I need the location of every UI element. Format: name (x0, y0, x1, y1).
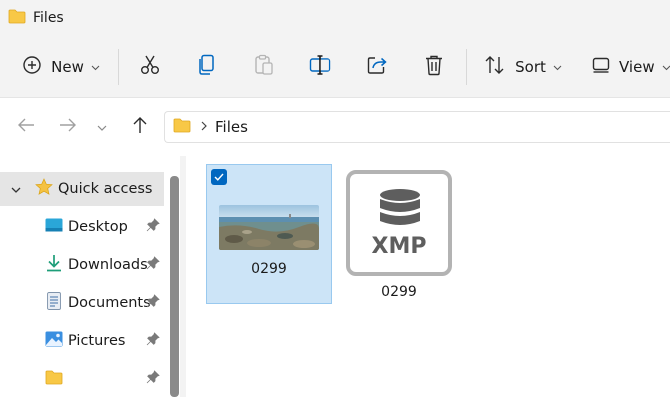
window-title: Files (33, 10, 64, 26)
selection-checkbox[interactable] (211, 169, 227, 185)
view-layout-icon (592, 57, 610, 77)
sort-button[interactable]: Sort (478, 47, 568, 87)
image-thumbnail (219, 205, 319, 250)
chevron-down-icon (553, 59, 562, 75)
new-button-label: New (51, 57, 84, 76)
back-button[interactable] (14, 115, 38, 139)
pin-icon (146, 294, 160, 312)
sidebar-item-label: Pictures (68, 333, 126, 349)
folder-icon (45, 370, 63, 389)
copy-button[interactable] (187, 47, 227, 87)
chevron-down-icon (11, 181, 21, 197)
rename-button[interactable] (300, 47, 340, 87)
view-button-label: View (619, 57, 655, 76)
forward-button[interactable] (56, 115, 80, 139)
checkmark-icon (214, 169, 224, 185)
trash-icon (424, 54, 444, 80)
up-button[interactable] (128, 115, 152, 139)
clipboard-icon (254, 54, 274, 80)
sidebar-item-quick-access[interactable]: Quick access (0, 172, 164, 206)
sidebar-item-documents[interactable]: Documents (0, 286, 164, 320)
pin-icon (146, 370, 160, 388)
pin-icon (146, 332, 160, 350)
scissors-icon (139, 54, 161, 80)
desktop-icon (45, 218, 63, 236)
sort-arrows-icon (484, 55, 506, 79)
chevron-down-icon (662, 59, 670, 75)
toolbar-separator (118, 48, 119, 85)
pin-icon (146, 218, 160, 236)
folder-icon (173, 118, 191, 137)
sidebar-item-label: Desktop (68, 219, 128, 235)
delete-button[interactable] (414, 47, 454, 87)
sort-button-label: Sort (515, 57, 546, 76)
arrow-left-icon (17, 117, 35, 137)
command-bar: New Sort View (0, 36, 670, 98)
plus-circle-icon (22, 55, 42, 79)
sidebar-item-desktop[interactable]: Desktop (0, 210, 164, 244)
file-tile-xmp[interactable]: XMP 0299 (346, 170, 452, 320)
picture-icon (45, 331, 63, 351)
title-bar: Files (0, 0, 670, 36)
share-button[interactable] (357, 47, 397, 87)
download-arrow-icon (45, 254, 63, 276)
cut-button[interactable] (130, 47, 170, 87)
address-bar[interactable]: Files (164, 111, 670, 143)
arrow-right-icon (59, 117, 77, 137)
arrow-up-icon (132, 116, 148, 138)
paste-button[interactable] (244, 47, 284, 87)
rename-icon (309, 54, 331, 80)
chevron-right-icon (201, 119, 207, 135)
sidebar-scrollbar[interactable] (170, 176, 179, 397)
copy-icon (197, 54, 217, 80)
sidebar-item-downloads[interactable]: Downloads (0, 248, 164, 282)
chevron-down-icon (97, 119, 107, 135)
file-name: 0299 (381, 284, 417, 300)
file-tile-image[interactable]: 0299 (206, 164, 332, 304)
chevron-down-icon (91, 59, 100, 75)
sidebar-item-label: Quick access (58, 181, 153, 197)
sidebar-item-pictures[interactable]: Pictures (0, 324, 164, 358)
xmp-label: XMP (371, 234, 427, 259)
sidebar-item-folder[interactable] (0, 362, 164, 396)
folder-icon (8, 9, 26, 28)
navigation-pane: Quick access Desktop Downloads Documents (0, 156, 180, 397)
pin-icon (146, 256, 160, 274)
document-icon (47, 292, 61, 314)
file-name: 0299 (251, 261, 287, 277)
share-icon (366, 54, 388, 80)
star-icon (35, 178, 53, 200)
recent-locations-button[interactable] (94, 115, 110, 139)
sidebar-item-label: Downloads (68, 257, 148, 273)
breadcrumb-item[interactable]: Files (215, 118, 248, 136)
view-button[interactable]: View (584, 47, 670, 87)
new-button[interactable]: New (16, 47, 106, 87)
xmp-file-icon: XMP (346, 170, 452, 276)
toolbar-separator (466, 48, 467, 85)
file-list: 0299 XMP 0299 (186, 156, 670, 397)
sidebar-item-label: Documents (68, 295, 151, 311)
